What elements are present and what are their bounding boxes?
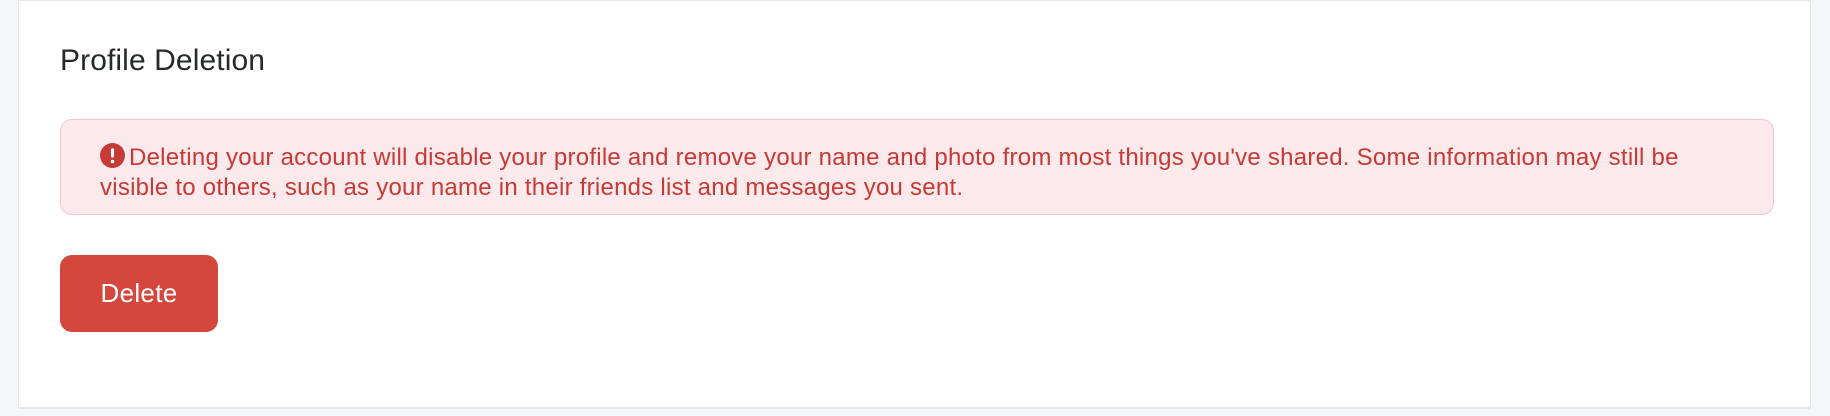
card-divider — [19, 408, 1810, 409]
deletion-warning-alert: Deleting your account will disable your … — [60, 119, 1774, 215]
profile-deletion-card: Profile Deletion Deleting your account w… — [18, 0, 1811, 409]
exclamation-circle-icon — [100, 143, 125, 168]
section-title: Profile Deletion — [60, 44, 266, 77]
delete-button[interactable]: Delete — [60, 255, 218, 332]
deletion-warning-text: Deleting your account will disable your … — [100, 144, 1679, 201]
